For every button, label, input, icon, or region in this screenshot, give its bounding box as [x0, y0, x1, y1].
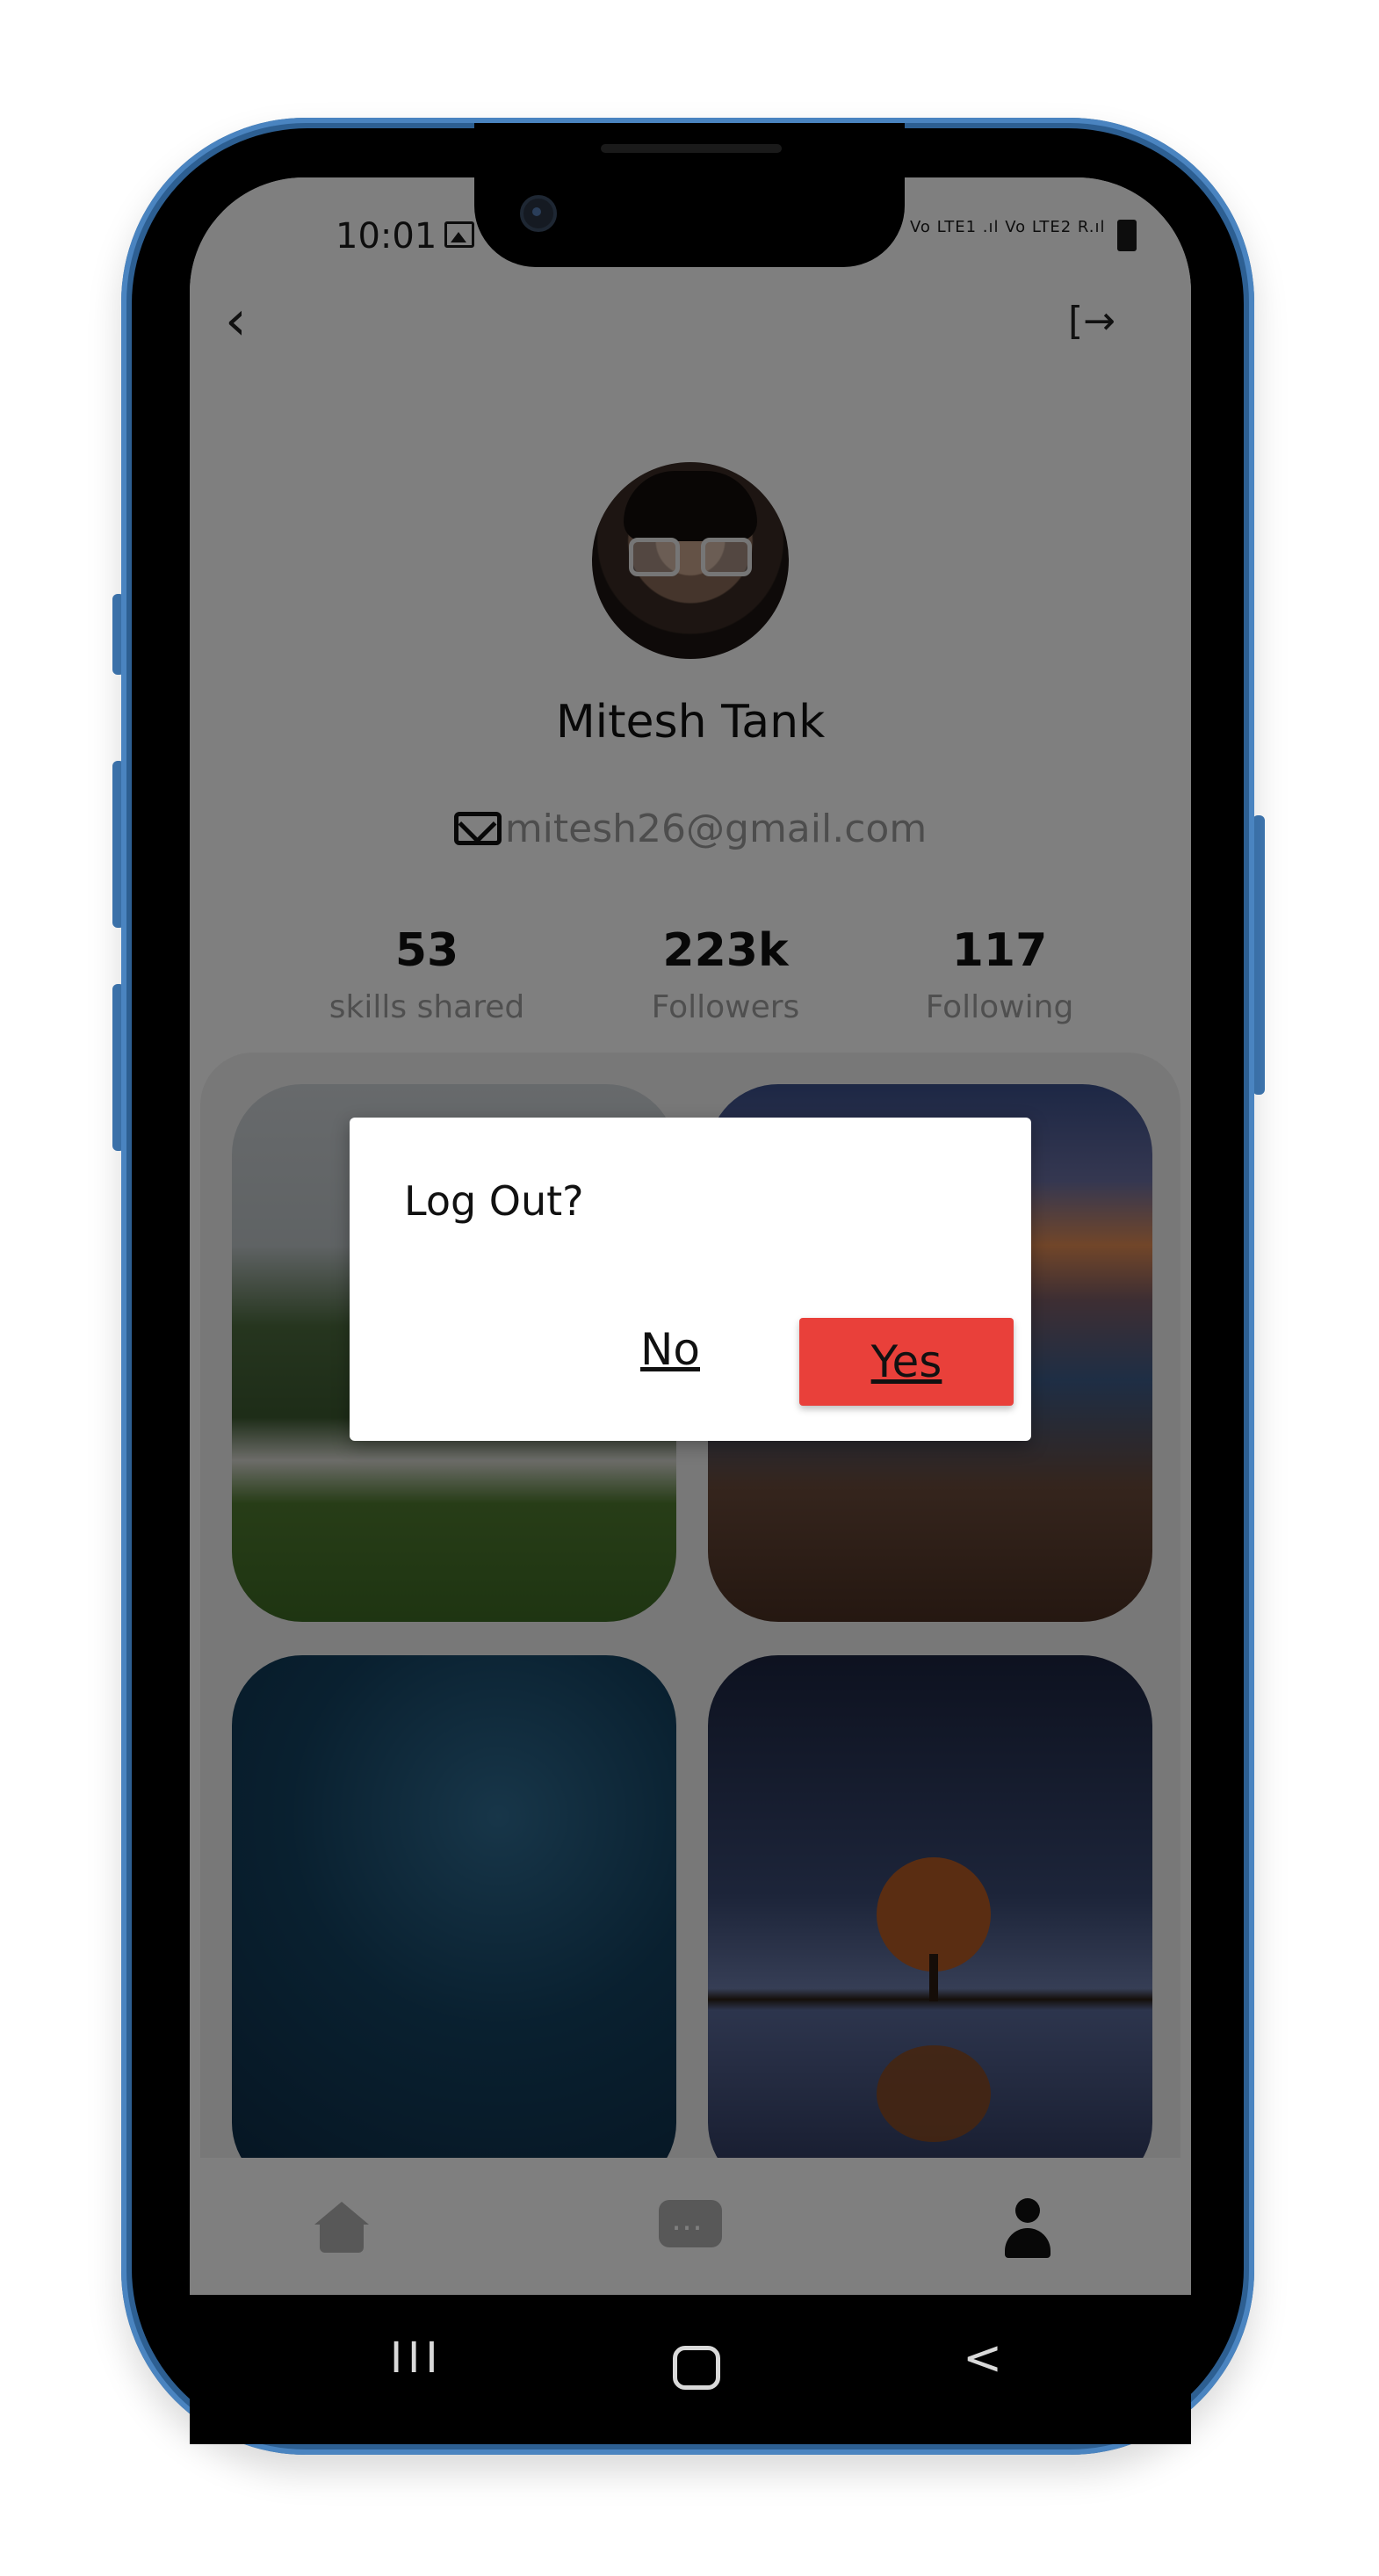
dialog-title: Log Out? — [404, 1177, 584, 1225]
front-camera — [520, 195, 557, 232]
recent-apps-button[interactable]: III — [390, 2334, 443, 2383]
back-button[interactable]: < — [963, 2330, 1002, 2385]
yes-button[interactable]: Yes — [799, 1318, 1014, 1406]
logout-dialog: Log Out? No Yes — [350, 1118, 1031, 1441]
power-button — [1253, 815, 1265, 1095]
earpiece-speaker — [601, 144, 782, 153]
no-button[interactable]: No — [631, 1318, 710, 1381]
home-button[interactable] — [673, 2346, 720, 2390]
screen: 10:01 Vo LTE1 .ıl Vo LTE2 R.ıl ‹ [→ Mite… — [190, 177, 1191, 2444]
system-nav-bar: III < — [190, 2295, 1191, 2444]
